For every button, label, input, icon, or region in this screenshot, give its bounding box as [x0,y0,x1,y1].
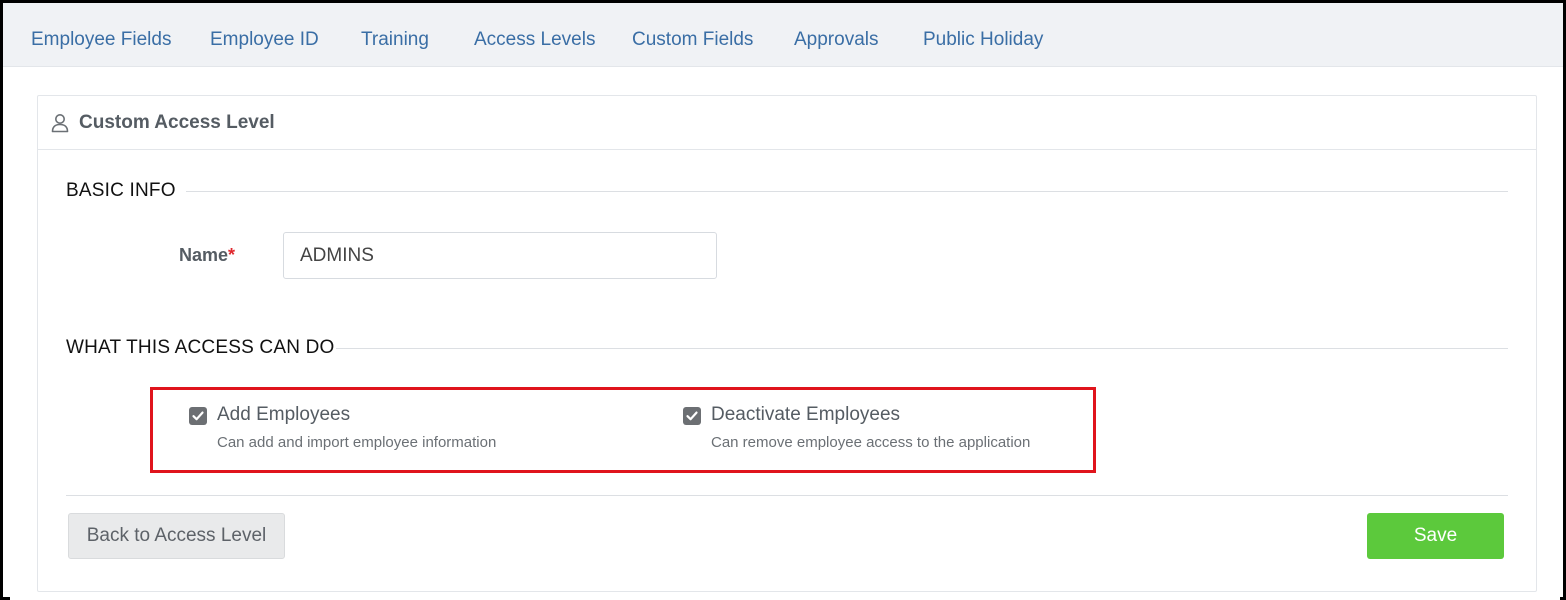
name-label: Name* [179,244,235,266]
add-employees-description: Can add and import employee information [217,434,497,451]
tab-public-holiday[interactable]: Public Holiday [923,29,1043,51]
add-employees-label[interactable]: Add Employees [217,404,350,426]
section-divider [186,191,1508,192]
tab-approvals[interactable]: Approvals [794,29,879,51]
checkmark-icon [686,411,698,421]
footer-divider [66,495,1508,496]
user-icon [51,113,69,133]
deactivate-employees-description: Can remove employee access to the applic… [711,434,1031,451]
save-button[interactable]: Save [1367,513,1504,559]
section-divider [336,348,1508,349]
basic-info-heading: BASIC INFO [66,180,176,201]
permissions-highlight [150,387,1096,473]
deactivate-employees-checkbox[interactable] [683,407,701,425]
card-header: Custom Access Level [38,96,1536,150]
tab-custom-fields[interactable]: Custom Fields [632,29,753,51]
back-to-access-level-button[interactable]: Back to Access Level [68,513,285,559]
app-window: Employee Fields Employee ID Training Acc… [0,0,1566,600]
tab-access-levels[interactable]: Access Levels [474,29,595,51]
settings-tab-bar: Employee Fields Employee ID Training Acc… [3,3,1563,67]
name-label-text: Name [179,245,229,265]
deactivate-employees-label[interactable]: Deactivate Employees [711,404,900,426]
custom-access-level-card: Custom Access Level BASIC INFO Name* WHA… [37,95,1537,592]
name-input[interactable] [283,232,717,279]
required-marker: * [228,245,236,265]
tab-training[interactable]: Training [361,29,429,51]
add-employees-checkbox[interactable] [189,407,207,425]
main-content: Custom Access Level BASIC INFO Name* WHA… [10,67,1560,600]
permissions-heading: WHAT THIS ACCESS CAN DO [66,337,335,358]
tab-employee-id[interactable]: Employee ID [210,29,319,51]
tab-employee-fields[interactable]: Employee Fields [31,29,171,51]
card-title: Custom Access Level [79,112,275,133]
checkmark-icon [192,411,204,421]
